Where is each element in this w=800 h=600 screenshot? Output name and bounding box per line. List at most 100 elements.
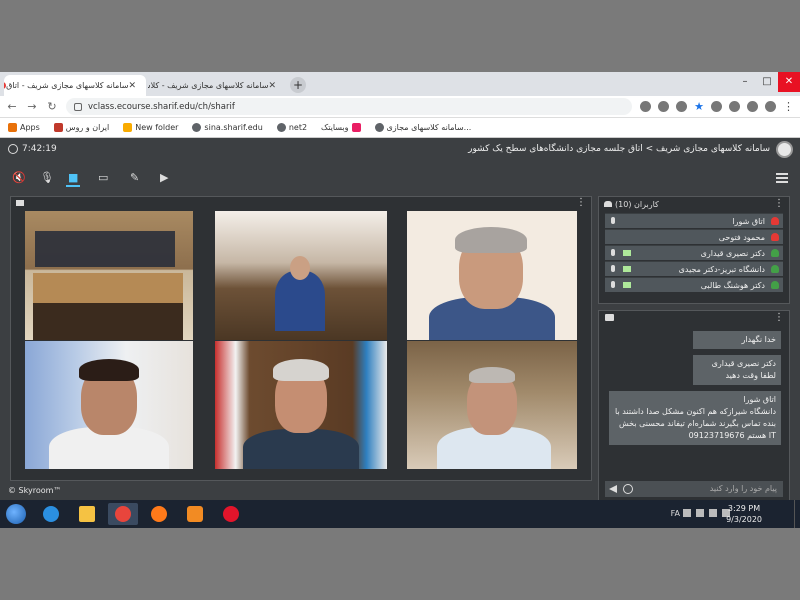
tab-skyroom-class[interactable]: ✕ سامانه کلاسهای مجازی شریف - کلاس مد (148, 75, 286, 96)
close-tab-icon[interactable]: ✕ (128, 81, 136, 91)
camera-icon (623, 250, 631, 256)
puzzle-icon[interactable] (747, 101, 758, 112)
firefox-icon (151, 506, 167, 522)
user-status-icon (771, 265, 779, 273)
video-tile-speaker-office[interactable] (215, 211, 387, 340)
user-row[interactable]: اتاق شورا (605, 213, 783, 228)
menu-dots-icon[interactable]: ⋮ (783, 101, 794, 112)
close-tab-icon[interactable]: ✕ (268, 81, 276, 91)
new-tab-button[interactable]: + (290, 77, 306, 93)
tab-title: سامانه کلاسهای مجازی شریف - اتاق (6, 81, 129, 90)
chat-placeholder: پیام خود را وارد کنید (709, 484, 777, 493)
media-play-icon[interactable]: ▶ (160, 171, 168, 184)
translate-icon[interactable] (676, 101, 688, 112)
minimize-button[interactable]: – (734, 72, 756, 92)
apps-grid-icon (8, 123, 17, 132)
user-row[interactable]: دکتر نصیری قیداری (605, 245, 783, 260)
video-tile-participant-shirt[interactable] (407, 341, 577, 469)
address-bar-row: ← → ↻ vclass.ecourse.sharif.edu/ch/shari… (0, 96, 800, 118)
mic-off-icon[interactable]: 🎙 (40, 171, 54, 184)
bookmark-icon (53, 123, 63, 132)
panel-menu-icon[interactable]: ⋮ (774, 198, 784, 209)
screen-share-icon[interactable]: ▭ (98, 171, 108, 184)
taskbar-app-media[interactable] (180, 503, 210, 525)
chat-message: خدا نگهدار (693, 331, 781, 349)
taskbar-app-explorer[interactable] (72, 503, 102, 525)
bookmark-website[interactable]: وبسایتک (321, 123, 361, 132)
user-row[interactable]: محمود فتوحی (605, 229, 783, 244)
url-text: vclass.ecourse.sharif.edu/ch/sharif (88, 101, 235, 112)
camera-icon[interactable] (640, 101, 652, 112)
taskbar-app-ie[interactable] (36, 503, 66, 525)
bookmark-net2[interactable]: net2 (276, 123, 307, 132)
bookmark-sina[interactable]: sina.sharif.edu (192, 123, 263, 132)
extension-icon[interactable] (711, 101, 722, 112)
maximize-button[interactable]: □ (756, 72, 778, 92)
close-window-button[interactable]: ✕ (778, 72, 800, 92)
camera-toggle-icon[interactable]: ■ (65, 171, 81, 187)
profile-avatar-icon[interactable] (765, 101, 776, 112)
bookmark-new-folder[interactable]: New folder (123, 123, 178, 132)
video-tile-participant-glasses[interactable] (25, 341, 193, 469)
taskbar-clock[interactable]: 3:29 PM 9/3/2020 (726, 503, 762, 525)
video-tile-conference-room[interactable] (25, 211, 193, 340)
taskbar-app-opera[interactable] (216, 503, 246, 525)
session-clock: 7:42:19 (8, 144, 57, 154)
camera-icon (623, 266, 631, 272)
video-camera-icon (16, 200, 24, 206)
mic-icon (611, 249, 615, 256)
windows-taskbar: FA 3:29 PM 9/3/2020 (0, 500, 800, 528)
show-desktop-button[interactable] (794, 500, 800, 528)
breadcrumb: سامانه کلاسهای مجازی شریف > اتاق جلسه مج… (468, 144, 770, 154)
key-icon[interactable] (658, 101, 670, 112)
start-button[interactable] (6, 504, 26, 524)
back-arrow-icon[interactable]: ← (6, 100, 18, 113)
bookmark-apps[interactable]: Apps (8, 123, 40, 132)
bookmarks-bar: Apps ایران و روس New folder sina.sharif.… (0, 118, 800, 138)
reload-icon[interactable]: ↻ (46, 100, 58, 113)
forward-arrow-icon[interactable]: → (26, 100, 38, 113)
tray-arrow-icon[interactable] (683, 509, 691, 517)
network-icon[interactable] (696, 509, 704, 517)
input-language[interactable]: FA (671, 509, 680, 518)
camera-icon (623, 282, 631, 288)
video-tile-participant-beige[interactable] (407, 211, 577, 340)
panel-menu-icon[interactable]: ⋮ (576, 197, 586, 208)
room-toolbar: 🔇 🎙 ■ ▭ ✎ ▶ (0, 171, 800, 189)
chrome-icon (115, 506, 131, 522)
emoji-icon[interactable] (623, 484, 633, 494)
star-icon[interactable]: ★ (694, 101, 704, 112)
panel-menu-icon[interactable]: ⋮ (774, 312, 784, 323)
bookmark-skyroom[interactable]: سامانه کلاسهای مجازی... (374, 123, 471, 132)
media-player-icon (187, 506, 203, 522)
browser-window: ✕ سامانه کلاسهای مجازی شریف - اتاق ✕ سام… (0, 72, 800, 528)
user-row[interactable]: دکتر هوشنگ طالبی (605, 277, 783, 292)
taskbar-app-chrome[interactable] (108, 503, 138, 525)
extensions-area: ★ ⋮ (640, 101, 794, 112)
flag-icon[interactable] (709, 509, 717, 517)
tab-title: سامانه کلاسهای مجازی شریف - کلاس مد (148, 81, 269, 90)
extension-icon[interactable] (729, 101, 740, 112)
send-icon[interactable] (609, 485, 617, 493)
chat-message: دکتر نصیری قیداری لطفا وقت دهید (693, 355, 781, 385)
globe-icon (374, 123, 384, 132)
clock-icon (8, 144, 18, 154)
mic-icon (611, 217, 615, 224)
whiteboard-brush-icon[interactable]: ✎ (130, 171, 139, 184)
user-row[interactable]: دانشگاه تبریز-دکتر مجیدی (605, 261, 783, 276)
ie-icon (43, 506, 59, 522)
system-tray (683, 509, 730, 517)
url-field[interactable]: vclass.ecourse.sharif.edu/ch/sharif (66, 98, 633, 115)
taskbar-app-firefox[interactable] (144, 503, 174, 525)
video-tile-flags-office[interactable] (215, 341, 387, 469)
hamburger-menu-icon[interactable] (776, 173, 788, 183)
video-panel: ⋮ (10, 196, 592, 481)
university-logo (776, 141, 793, 158)
bookmark-iran-russia[interactable]: ایران و روس (53, 123, 109, 132)
app-header: 7:42:19 سامانه کلاسهای مجازی شریف > اتاق… (0, 138, 800, 162)
tab-skyroom-room[interactable]: ✕ سامانه کلاسهای مجازی شریف - اتاق (4, 75, 146, 96)
user-status-icon (771, 249, 779, 257)
speaker-mute-icon[interactable]: 🔇 (12, 171, 26, 184)
mic-icon (611, 281, 615, 288)
chat-input[interactable]: پیام خود را وارد کنید (605, 481, 783, 497)
